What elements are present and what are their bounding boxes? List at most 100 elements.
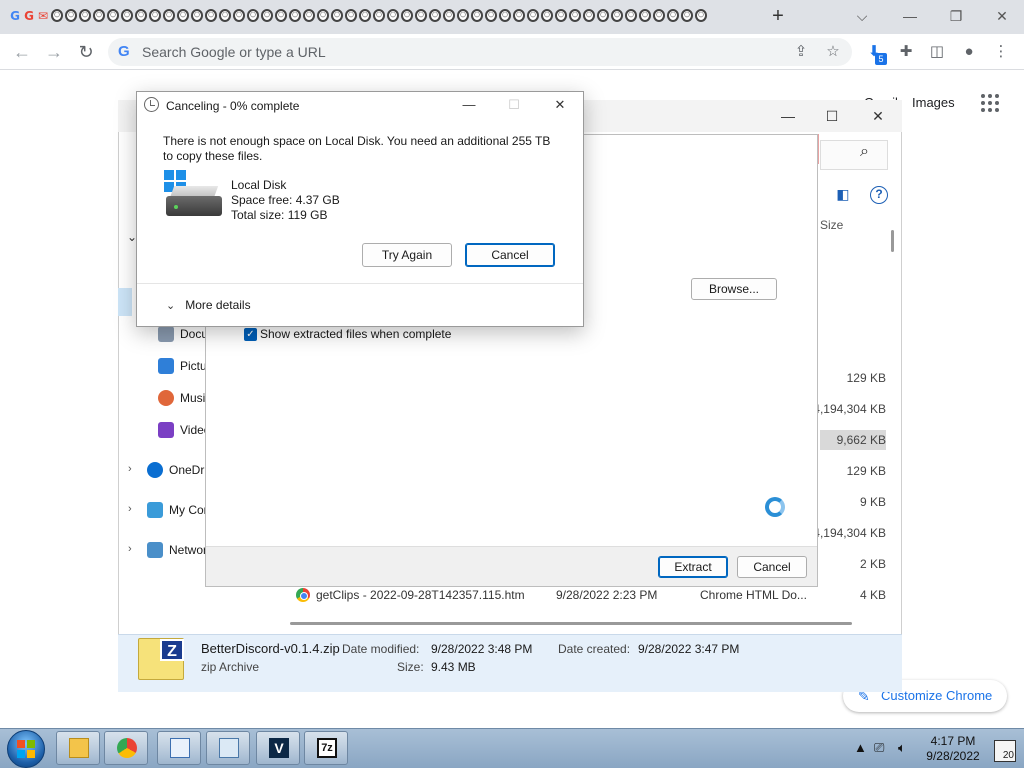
explorer-minimize-button[interactable]: — [766,104,810,128]
restore-button[interactable]: ❐ [934,4,978,28]
new-tab-button[interactable]: + [768,6,788,26]
loading-tab-icon[interactable] [541,9,553,22]
vertical-scrollbar[interactable] [891,230,894,252]
loading-tab-icon[interactable] [415,9,427,22]
loading-tab-icon[interactable] [611,9,623,22]
explorer-maximize-button[interactable]: ☐ [810,104,854,128]
loading-tab-icon[interactable] [303,9,315,22]
dialog-close-button[interactable]: ✕ [548,95,572,115]
explorer-search-box[interactable] [820,140,888,170]
google-apps-icon[interactable] [981,94,999,112]
google-tab-icon[interactable]: G [8,8,22,24]
loading-tab-icon[interactable] [205,9,217,22]
expand-arrow-icon[interactable]: › [128,543,132,555]
bookmark-star-icon[interactable]: ☆ [822,41,844,63]
extract-button[interactable]: Extract [658,556,728,578]
loading-tab-icon[interactable] [247,9,259,22]
show-hidden-icons-arrow[interactable]: ▲ [854,740,867,755]
volume-tray-icon[interactable]: 🔈︎ [898,740,906,756]
taskbar-notepad-button[interactable] [157,731,201,765]
loading-tab-icon[interactable] [107,9,119,22]
loading-tab-icon[interactable] [121,9,133,22]
loading-tab-icon[interactable] [387,9,399,22]
loading-tab-icon[interactable] [639,9,651,22]
share-icon[interactable]: ⇪ [790,41,812,63]
loading-tab-icon[interactable] [345,9,357,22]
loading-tab-icon[interactable] [135,9,147,22]
extensions-puzzle-icon[interactable]: ✚ [895,41,917,63]
sidebar-item-onedrive[interactable]: OneDrive [147,460,211,480]
images-link[interactable]: Images [912,95,955,110]
loading-tab-icon[interactable] [65,9,77,22]
menu-kebab-icon[interactable]: ⋮ [990,41,1012,63]
loading-tab-icon[interactable] [191,9,203,22]
forward-button[interactable]: → [42,40,66,64]
loading-tab-icon[interactable] [177,9,189,22]
loading-tab-icon[interactable] [163,9,175,22]
taskbar-chrome-button[interactable] [104,731,148,765]
loading-tab-icon[interactable] [653,9,665,22]
browse-button[interactable]: Browse... [691,278,777,300]
notification-center-icon[interactable]: 20 [994,740,1016,762]
show-files-checkbox[interactable]: ✓ [244,328,257,341]
loading-tab-icon[interactable] [667,9,679,22]
network-tray-icon[interactable]: ⎚ [874,740,884,756]
sidebar-item-my-computer[interactable]: My Computer [147,500,211,520]
loading-tab-icon[interactable] [555,9,567,22]
google-tab-icon[interactable]: G [22,8,36,24]
loading-tab-icon[interactable] [471,9,483,22]
tab-favicons[interactable]: G G ✉ [8,8,708,26]
loading-tab-icon[interactable] [233,9,245,22]
back-button[interactable]: ← [10,40,34,64]
details-pane-icon[interactable]: ◧ [834,186,852,204]
try-again-button[interactable]: Try Again [362,243,452,267]
taskbar-explorer-button[interactable] [56,731,100,765]
loading-tab-icon[interactable] [359,9,371,22]
reload-button[interactable]: ↻ [74,40,98,64]
loading-tab-icon[interactable] [527,9,539,22]
extract-cancel-button[interactable]: Cancel [737,556,807,578]
explorer-close-button[interactable]: ✕ [856,104,900,128]
expand-arrow-icon[interactable]: › [128,463,132,475]
loading-tab-icon[interactable] [569,9,581,22]
more-details-toggle[interactable]: ⌄ More details [166,298,251,312]
column-header-size[interactable]: Size [820,218,843,232]
dialog-minimize-button[interactable]: — [457,95,481,115]
taskbar-7zip-button[interactable]: 7z [304,731,348,765]
taskbar-clock[interactable]: 4:17 PM 9/28/2022 [920,734,986,764]
taskbar-monitor-button[interactable] [206,731,250,765]
loading-tab-icon[interactable] [317,9,329,22]
loading-tab-icon[interactable] [499,9,511,22]
profile-avatar-icon[interactable]: ● [958,41,980,63]
loading-tab-icon[interactable] [219,9,231,22]
loading-tab-icon[interactable] [513,9,525,22]
close-button[interactable]: ✕ [980,4,1024,28]
loading-tab-icon[interactable] [485,9,497,22]
loading-tab-icon[interactable] [51,9,63,22]
tab-search-icon[interactable]: ⌵ [840,4,884,28]
side-panel-icon[interactable]: ◫ [926,41,948,63]
expand-arrow-icon[interactable]: › [128,503,132,515]
loading-tab-icon[interactable] [625,9,637,22]
loading-tab-icon[interactable] [443,9,455,22]
loading-tab-icon[interactable] [373,9,385,22]
loading-tab-icon[interactable] [331,9,343,22]
horizontal-scrollbar[interactable] [290,622,852,625]
loading-tab-icon[interactable] [429,9,441,22]
loading-tab-icon[interactable] [261,9,273,22]
sidebar-item-network[interactable]: Network [147,540,211,560]
loading-tab-icon[interactable] [275,9,287,22]
loading-tab-icon[interactable] [597,9,609,22]
cancel-button[interactable]: Cancel [465,243,555,267]
loading-tab-icon[interactable] [695,9,707,22]
search-icon[interactable]: ⌕ [860,143,869,161]
table-row[interactable]: getClips - 2022-09-28T142357.115.htm 9/2… [296,586,807,604]
gmail-tab-icon[interactable]: ✉ [36,8,50,24]
help-icon[interactable]: ? [870,186,888,204]
loading-tab-icon[interactable] [457,9,469,22]
minimize-button[interactable]: — [888,4,932,28]
show-files-label[interactable]: Show extracted files when complete [260,327,451,341]
loading-tab-icon[interactable] [583,9,595,22]
omnibox-placeholder[interactable]: Search Google or type a URL [142,44,326,60]
loading-tab-icon[interactable] [681,9,693,22]
